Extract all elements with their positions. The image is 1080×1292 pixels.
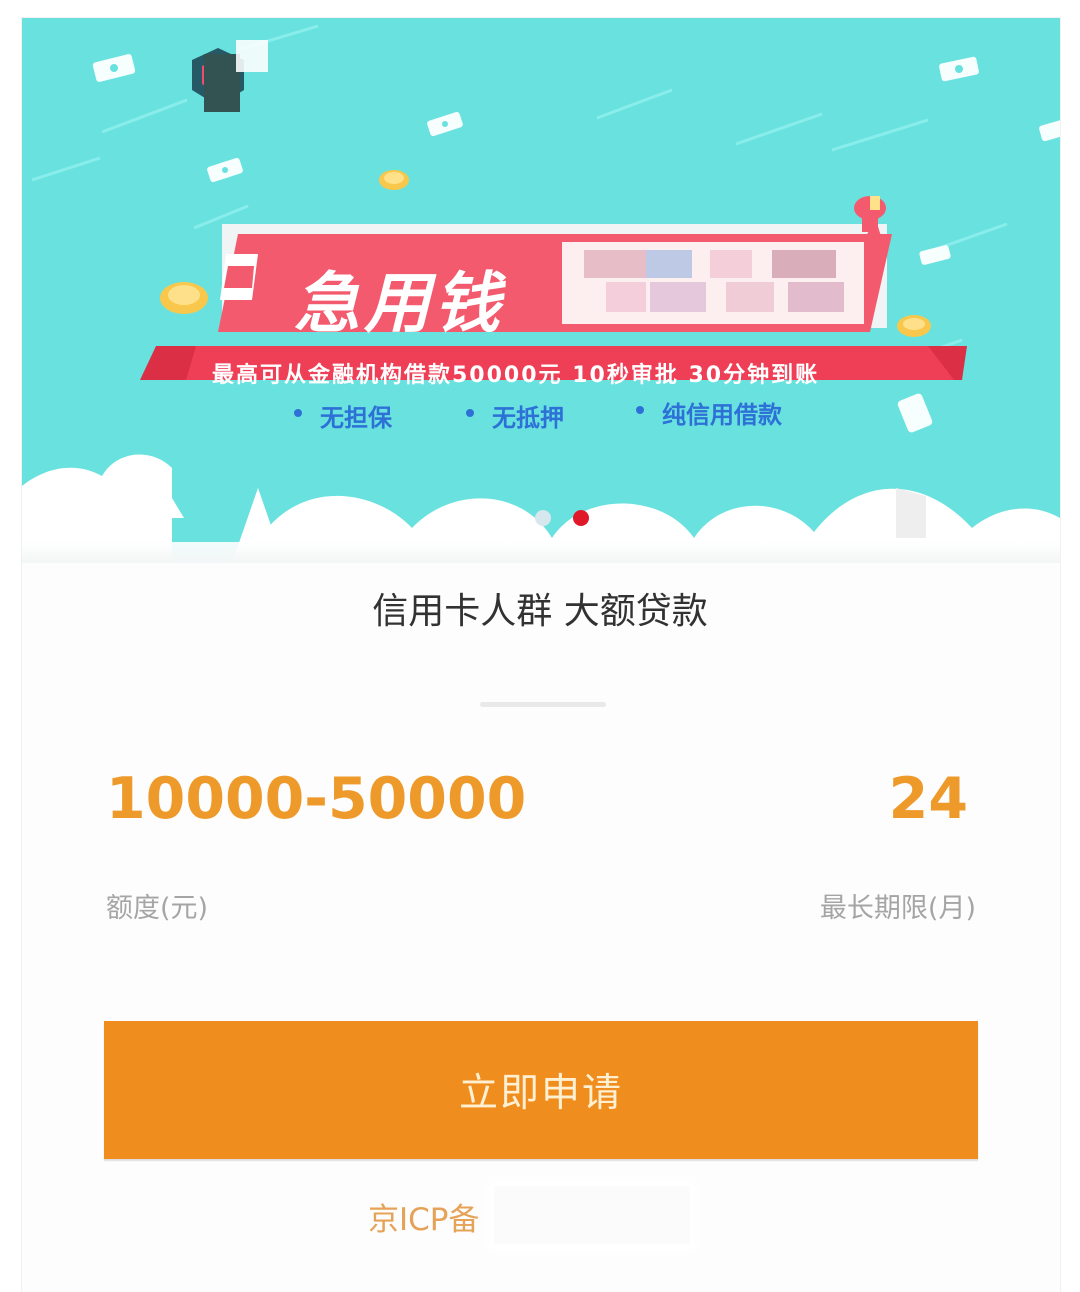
feature-tag-no-guarantee: 无担保 (294, 398, 392, 433)
feature-tag-credit-only: 纯信用借款 (636, 395, 782, 430)
section-divider (480, 702, 606, 707)
icp-prefix: 京ICP备 (368, 1202, 480, 1238)
carousel-indicators[interactable] (535, 510, 589, 526)
loan-term-value: 24 (888, 766, 968, 832)
carousel-dot-2[interactable] (573, 510, 589, 526)
loan-amount-label: 额度(元) (106, 893, 209, 924)
banner-ribbon-text: 最高可从金融机构借款50000元 10秒审批 30分钟到账 (212, 363, 820, 388)
icp-redaction-blur (494, 1186, 690, 1244)
loan-term-label: 最长期限(月) (819, 893, 976, 924)
banner-illustration (22, 24, 1060, 563)
feature-tag-no-collateral: 无抵押 (466, 398, 564, 433)
loan-amount-value: 10000-50000 (106, 766, 527, 832)
banner-headline: 急用钱 (294, 265, 504, 342)
carousel-dot-1[interactable] (535, 510, 551, 526)
product-subtitle: 信用卡人群 大额贷款 (372, 591, 708, 632)
apply-now-button[interactable]: 立即申请 (104, 1021, 978, 1159)
promo-banner[interactable]: 急用钱 最高可从金融机构借款50000元 10秒审批 30分钟到账 无担保 无抵… (22, 18, 1060, 563)
